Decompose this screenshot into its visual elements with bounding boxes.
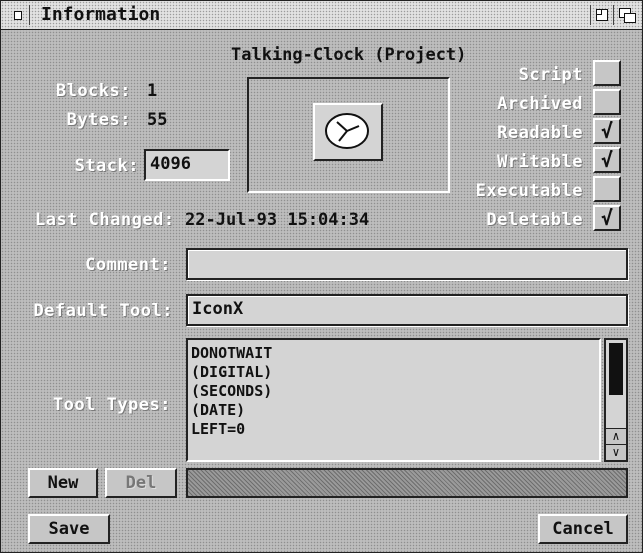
close-icon <box>14 11 22 20</box>
tool-type-item[interactable]: (SECONDS) <box>191 382 596 401</box>
last-changed-label: Last Changed: <box>35 210 175 230</box>
stack-input[interactable]: 4096 <box>144 149 230 181</box>
bytes-value: 55 <box>147 110 168 130</box>
icon-title: Talking-Clock (Project) <box>231 45 467 65</box>
default-tool-label: Default Tool: <box>33 301 173 321</box>
protection-label-archived: Archived <box>497 94 583 114</box>
last-changed-value: 22-Jul-93 15:04:34 <box>185 210 370 230</box>
tool-types-list[interactable]: DONOTWAIT (DIGITAL) (SECONDS) (DATE) LEF… <box>186 338 601 462</box>
clock-icon[interactable] <box>313 103 383 161</box>
comment-input[interactable] <box>186 248 628 280</box>
script-checkbox[interactable] <box>593 60 621 86</box>
cancel-button[interactable]: Cancel <box>538 514 628 544</box>
bytes-label: Bytes: <box>66 110 131 130</box>
executable-checkbox[interactable] <box>593 176 621 202</box>
blocks-value: 1 <box>147 81 158 101</box>
writable-checkbox[interactable]: √ <box>593 147 621 173</box>
icon-display-area <box>247 77 450 193</box>
window-title: Information <box>41 4 161 25</box>
depth-gadget[interactable] <box>616 5 638 25</box>
deletable-checkbox[interactable]: √ <box>593 205 621 231</box>
archived-checkbox[interactable] <box>593 89 621 115</box>
title-bar[interactable]: Information <box>1 1 642 30</box>
del-button[interactable]: Del <box>105 468 177 498</box>
readable-checkbox[interactable]: √ <box>593 118 621 144</box>
protection-label-readable: Readable <box>497 123 583 143</box>
blocks-label: Blocks: <box>55 81 131 101</box>
tool-type-item[interactable]: LEFT=0 <box>191 420 596 439</box>
tool-types-label: Tool Types: <box>52 395 171 415</box>
protection-label-deletable: Deletable <box>486 210 583 230</box>
information-window: Information Talking-Clock (Project) Bloc… <box>0 0 643 553</box>
comment-label: Comment: <box>85 255 171 275</box>
tool-type-item[interactable]: DONOTWAIT <box>191 344 596 363</box>
scroll-down-arrow-icon[interactable]: ∨ <box>606 444 626 460</box>
protection-label-script: Script <box>518 65 583 85</box>
tool-type-edit-field[interactable] <box>186 468 628 498</box>
stack-label: Stack: <box>74 156 139 176</box>
protection-label-executable: Executable <box>475 181 583 201</box>
zoom-gadget[interactable] <box>590 5 614 25</box>
close-gadget[interactable] <box>7 5 30 25</box>
clock-face-icon <box>325 113 369 149</box>
scroll-up-arrow-icon[interactable]: ∧ <box>606 428 626 444</box>
tool-types-scrollbar[interactable]: ∧ ∨ <box>604 338 628 462</box>
scrollbar-thumb[interactable] <box>609 343 623 395</box>
tool-type-item[interactable]: (DIGITAL) <box>191 363 596 382</box>
save-button[interactable]: Save <box>28 514 110 544</box>
protection-label-writable: Writable <box>497 152 583 172</box>
default-tool-input[interactable]: IconX <box>186 294 628 326</box>
new-button[interactable]: New <box>28 468 98 498</box>
tool-type-item[interactable]: (DATE) <box>191 401 596 420</box>
